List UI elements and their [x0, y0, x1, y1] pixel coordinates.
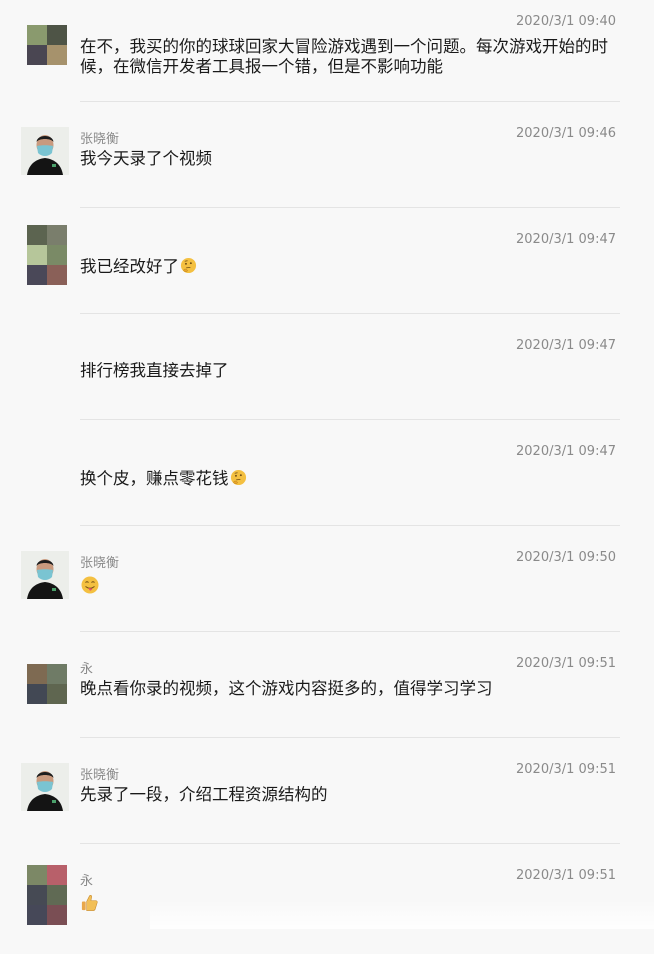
tongue-out-face-icon	[80, 575, 100, 595]
avatar[interactable]	[27, 225, 67, 285]
chat-message[interactable]: 永 2020/3/1 09:51 晚点看你录的视频，这个游戏内容挺多的，值得学习…	[0, 636, 654, 742]
chat-message[interactable]: 2020/3/1 09:47 排行榜我直接去掉了	[0, 318, 654, 424]
chat-message-list[interactable]: 2020/3/1 09:40 在不，我买的你的球球回家大冒险游戏遇到一个问题。每…	[0, 0, 654, 929]
message-text: 晚点看你录的视频，这个游戏内容挺多的，值得学习学习	[80, 679, 493, 698]
message-text	[80, 575, 620, 598]
message-divider	[80, 525, 620, 526]
message-time: 2020/3/1 09:47	[516, 232, 616, 247]
thinking-face-icon	[180, 257, 197, 274]
chat-message[interactable]: 2020/3/1 09:40 在不，我买的你的球球回家大冒险游戏遇到一个问题。每…	[0, 0, 654, 106]
sender-name: 张晓衡	[80, 768, 120, 783]
avatar[interactable]	[27, 25, 67, 65]
message-divider	[80, 207, 620, 208]
avatar[interactable]	[21, 127, 69, 175]
message-time: 2020/3/1 09:46	[516, 126, 616, 141]
message-text: 我今天录了个视频	[80, 149, 212, 168]
message-text: 先录了一段，介绍工程资源结构的	[80, 785, 328, 804]
message-time: 2020/3/1 09:51	[516, 868, 616, 883]
message-text-content: 换个皮，赚点零花钱	[80, 469, 229, 488]
message-divider	[80, 631, 620, 632]
message-divider	[80, 737, 620, 738]
chat-message[interactable]: 张晓衡 2020/3/1 09:46 我今天录了个视频	[0, 106, 654, 212]
message-divider	[80, 843, 620, 844]
message-time: 2020/3/1 09:47	[516, 338, 616, 353]
sender-name: 张晓衡	[80, 132, 120, 147]
sender-name: 永	[80, 662, 94, 677]
chat-message[interactable]: 2020/3/1 09:47 换个皮，赚点零花钱	[0, 424, 654, 530]
chat-message[interactable]: 张晓衡 2020/3/1 09:51 先录了一段，介绍工程资源结构的	[0, 742, 654, 848]
message-divider	[80, 313, 620, 314]
message-time: 2020/3/1 09:40	[516, 14, 616, 29]
avatar[interactable]	[21, 763, 69, 811]
bottom-fade	[150, 899, 654, 929]
message-time: 2020/3/1 09:51	[516, 656, 616, 671]
sender-name: 张晓衡	[80, 556, 120, 571]
chat-message[interactable]: 2020/3/1 09:47 我已经改好了	[0, 212, 654, 318]
thinking-face-icon	[230, 469, 247, 486]
message-text: 在不，我买的你的球球回家大冒险游戏遇到一个问题。每次游戏开始的时候，在微信开发者…	[80, 37, 608, 76]
message-text: 排行榜我直接去掉了	[80, 361, 229, 380]
chat-message[interactable]: 张晓衡 2020/3/1 09:50	[0, 530, 654, 636]
message-divider	[80, 101, 620, 102]
message-text: 我已经改好了	[80, 257, 620, 277]
sender-name: 永	[80, 874, 94, 889]
avatar[interactable]	[21, 551, 69, 599]
message-time: 2020/3/1 09:47	[516, 444, 616, 459]
message-text: 换个皮，赚点零花钱	[80, 469, 620, 489]
message-divider	[80, 419, 620, 420]
message-text-content: 我已经改好了	[80, 257, 179, 276]
thumbs-up-icon	[80, 893, 99, 912]
message-time: 2020/3/1 09:50	[516, 550, 616, 565]
message-time: 2020/3/1 09:51	[516, 762, 616, 777]
avatar[interactable]	[27, 664, 67, 704]
avatar[interactable]	[27, 865, 67, 925]
